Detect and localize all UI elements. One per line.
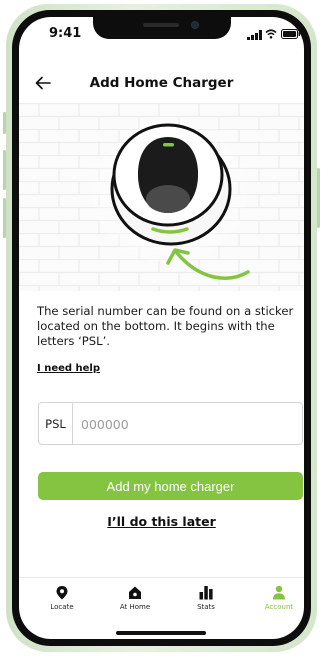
home-icon [129,586,141,599]
volume-up-button [3,150,6,190]
serial-prefix: PSL [39,403,73,444]
volume-down-button [3,198,6,238]
tab-bar: Locate At Home Stats Account [19,577,304,622]
home-indicator [116,631,206,635]
page-title: Add Home Charger [89,75,234,91]
power-button [317,168,320,228]
bar-chart-icon [199,586,213,600]
tab-stats-label: Stats [197,603,215,611]
tab-locate[interactable]: Locate [27,585,97,611]
tab-account-label: Account [264,603,294,611]
battery-icon [281,29,300,39]
location-pin-icon [56,586,68,600]
speaker-grille [143,23,179,27]
signal-icon [247,30,262,40]
tab-at-home-label: At Home [119,603,151,611]
tab-stats[interactable]: Stats [171,585,241,611]
front-camera [191,21,199,29]
serial-number-input[interactable] [81,414,291,434]
serial-number-field[interactable]: PSL [38,402,303,445]
person-icon [273,585,285,600]
help-link[interactable]: I need help [37,363,100,374]
tab-at-home[interactable]: At Home [100,585,170,611]
app-screen: 9:41 Add Home Charger The serial number … [19,17,304,639]
notch [93,17,231,39]
instruction-text: The serial number can be found on a stic… [37,304,294,348]
skip-link[interactable]: I’ll do this later [19,514,304,529]
status-time: 9:41 [49,26,82,41]
add-charger-button[interactable]: Add my home charger [38,472,303,500]
wifi-icon [265,29,277,39]
tab-account[interactable]: Account [244,585,304,611]
tab-locate-label: Locate [50,603,74,611]
mute-switch [3,112,6,134]
charger-illustration [19,103,304,291]
